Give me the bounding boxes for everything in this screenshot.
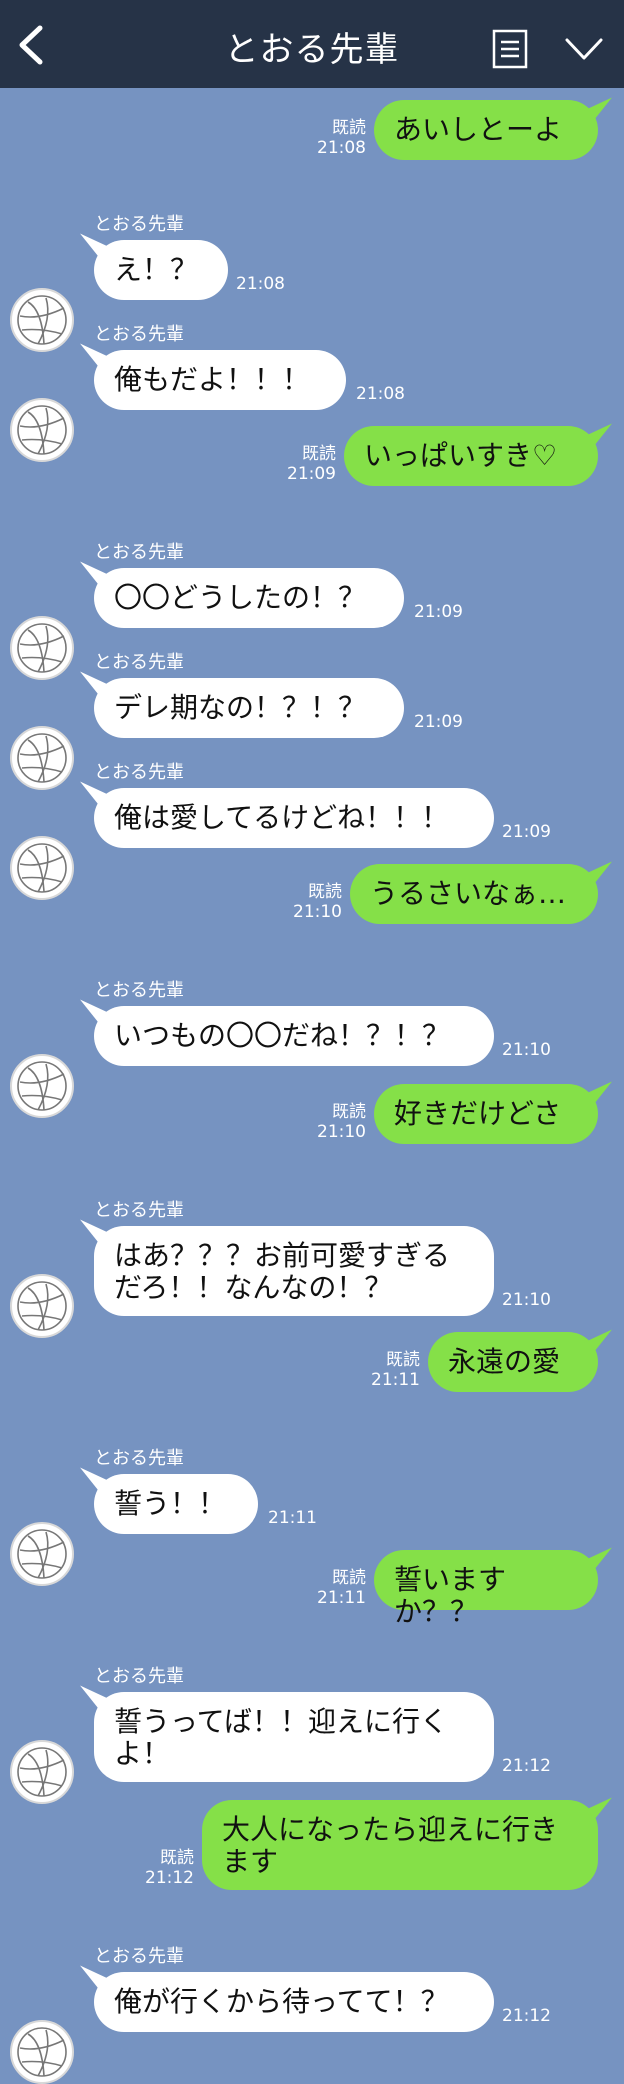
outgoing-message[interactable]: 誓いますか？？ xyxy=(374,1550,598,1628)
chat-title: とおる先輩 xyxy=(224,30,400,70)
read-label: 既読 xyxy=(308,882,342,902)
read-label: 既読 xyxy=(386,1350,420,1370)
read-label: 既読 xyxy=(332,1102,366,1122)
message-time: 21:09 xyxy=(287,464,336,484)
sender-name: とおる先輩 xyxy=(94,980,184,1001)
avatar[interactable] xyxy=(10,1740,74,1804)
outgoing-message[interactable]: 好きだけどさ xyxy=(374,1084,598,1144)
incoming-message[interactable]: 誓う！！ xyxy=(94,1474,258,1534)
incoming-message[interactable]: 俺が行くから待ってて！？ xyxy=(94,1972,494,2032)
chat-header: とおる先輩 xyxy=(0,0,624,88)
avatar[interactable] xyxy=(10,1054,74,1118)
message-time: 21:12 xyxy=(502,2006,551,2026)
avatar[interactable] xyxy=(10,288,74,352)
incoming-message[interactable]: 俺は愛してるけどね！！！ xyxy=(94,788,494,848)
read-receipt: 既読 21:11 xyxy=(310,1568,366,1608)
message-time: 21:11 xyxy=(317,1588,366,1608)
sender-name: とおる先輩 xyxy=(94,652,184,673)
sender-name: とおる先輩 xyxy=(94,214,184,235)
volleyball-icon xyxy=(17,2027,67,2077)
outgoing-message[interactable]: 永遠の愛 xyxy=(428,1332,598,1392)
volleyball-icon xyxy=(17,1529,67,1579)
avatar[interactable] xyxy=(10,616,74,680)
message-time: 21:09 xyxy=(414,602,463,622)
avatar[interactable] xyxy=(10,836,74,900)
outgoing-message[interactable]: 大人になったら迎えに行きます xyxy=(202,1800,598,1890)
incoming-message[interactable]: 〇〇どうしたの！？ xyxy=(94,568,404,628)
avatar[interactable] xyxy=(10,2020,74,2084)
incoming-message[interactable]: 誓うってば！！迎えに行くよ！ xyxy=(94,1692,494,1782)
avatar[interactable] xyxy=(10,726,74,790)
menu-list-icon[interactable] xyxy=(492,29,528,69)
message-time: 21:09 xyxy=(414,712,463,732)
volleyball-icon xyxy=(17,733,67,783)
avatar[interactable] xyxy=(10,1522,74,1586)
sender-name: とおる先輩 xyxy=(94,1946,184,1967)
sender-name: とおる先輩 xyxy=(94,542,184,563)
chevron-down-icon[interactable] xyxy=(564,36,604,62)
read-receipt: 既読 21:08 xyxy=(310,118,366,158)
read-label: 既読 xyxy=(332,118,366,138)
read-receipt: 既読 21:09 xyxy=(280,444,336,484)
sender-name: とおる先輩 xyxy=(94,1200,184,1221)
volleyball-icon xyxy=(17,1747,67,1797)
message-time: 21:10 xyxy=(502,1040,551,1060)
sender-name: とおる先輩 xyxy=(94,762,184,783)
volleyball-icon xyxy=(17,1061,67,1111)
outgoing-message[interactable]: あいしとーよ xyxy=(374,100,598,160)
message-time: 21:12 xyxy=(145,1868,194,1888)
incoming-message[interactable]: デレ期なの！？！？ xyxy=(94,678,404,738)
read-label: 既読 xyxy=(332,1568,366,1588)
volleyball-icon xyxy=(17,405,67,455)
read-receipt: 既読 21:10 xyxy=(310,1102,366,1142)
incoming-message[interactable]: はあ？？？お前可愛すぎるだろ！！なんなの！？ xyxy=(94,1226,494,1316)
outgoing-message[interactable]: いっぱいすき♡ xyxy=(344,426,598,486)
message-time: 21:10 xyxy=(317,1122,366,1142)
message-time: 21:11 xyxy=(268,1508,317,1528)
message-time: 21:10 xyxy=(502,1290,551,1310)
message-time: 21:08 xyxy=(356,384,405,404)
avatar[interactable] xyxy=(10,1274,74,1338)
message-time: 21:10 xyxy=(293,902,342,922)
sender-name: とおる先輩 xyxy=(94,1448,184,1469)
volleyball-icon xyxy=(17,1281,67,1331)
message-time: 21:09 xyxy=(502,822,551,842)
sender-name: とおる先輩 xyxy=(94,1666,184,1687)
volleyball-icon xyxy=(17,843,67,893)
outgoing-message[interactable]: うるさいなぁ… xyxy=(350,864,598,924)
volleyball-icon xyxy=(17,295,67,345)
incoming-message[interactable]: いつもの〇〇だね！？！？ xyxy=(94,1006,494,1066)
message-time: 21:12 xyxy=(502,1756,551,1776)
incoming-message[interactable]: え！？ xyxy=(94,240,228,300)
incoming-message[interactable]: 俺もだよ！！！ xyxy=(94,350,346,410)
read-label: 既読 xyxy=(302,444,336,464)
sender-name: とおる先輩 xyxy=(94,324,184,345)
message-time: 21:08 xyxy=(317,138,366,158)
message-time: 21:11 xyxy=(371,1370,420,1390)
avatar[interactable] xyxy=(10,398,74,462)
read-receipt: 既読 21:11 xyxy=(364,1350,420,1390)
read-label: 既読 xyxy=(160,1848,194,1868)
read-receipt: 既読 21:12 xyxy=(138,1848,194,1888)
volleyball-icon xyxy=(17,623,67,673)
message-time: 21:08 xyxy=(236,274,285,294)
read-receipt: 既読 21:10 xyxy=(286,882,342,922)
